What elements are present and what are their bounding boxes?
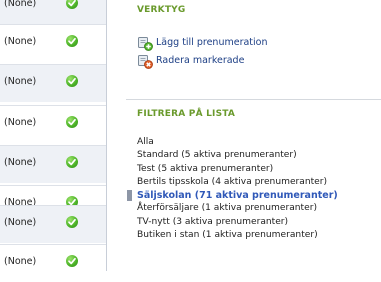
status-cell: (None) <box>4 36 37 47</box>
table-row: (None) <box>0 0 106 24</box>
selection-marker <box>127 190 132 202</box>
filter-item-test[interactable]: Test (5 aktiva prenumeranter) <box>137 163 381 176</box>
delete-selected-icon <box>137 53 153 69</box>
status-cell: (None) <box>4 217 37 228</box>
table-row: (None) <box>0 105 106 143</box>
delete-selected-link[interactable]: Radera markerade <box>156 54 244 68</box>
side-panel: VERKTYG Lägg till prenumeration Radera m… <box>126 0 381 271</box>
filter-item-alla[interactable]: Alla <box>137 136 381 149</box>
divider <box>126 99 381 100</box>
filter-item-bertils-tipsskola[interactable]: Bertils tipsskola (4 aktiva prenumerante… <box>137 176 381 189</box>
check-icon <box>66 35 78 47</box>
table-row: (None) <box>0 145 106 183</box>
filter-item-tv-nytt[interactable]: TV-nytt (3 aktiva prenumeranter) <box>137 216 381 229</box>
check-icon <box>66 116 78 128</box>
check-icon <box>66 255 78 267</box>
filter-item-butiken-i-stan[interactable]: Butiken i stan (1 aktiva prenumeranter) <box>137 229 381 242</box>
status-cell: (None) <box>4 0 37 9</box>
table-row: (None) <box>0 24 106 62</box>
add-subscription-link[interactable]: Lägg till prenumeration <box>156 36 268 50</box>
table-row: (None) <box>0 205 106 243</box>
column-divider <box>106 0 107 271</box>
status-cell: (None) <box>4 117 37 128</box>
table-row: (None) <box>0 64 106 102</box>
tools-title: VERKTYG <box>137 5 186 15</box>
filter-item-saljskolan[interactable]: Säljskolan (71 aktiva prenumeranter) <box>127 189 381 202</box>
filter-item-standard[interactable]: Standard (5 aktiva prenumeranter) <box>137 149 381 162</box>
filter-item-label: Säljskolan (71 aktiva prenumeranter) <box>137 190 338 202</box>
table-row: (None) <box>0 244 106 282</box>
add-subscription-icon <box>137 35 153 51</box>
filter-item-aterforsaljare[interactable]: Återförsäljare (1 aktiva prenumeranter) <box>137 202 381 215</box>
status-cell: (None) <box>4 256 37 267</box>
check-icon <box>66 0 78 9</box>
check-icon <box>66 216 78 228</box>
subscription-table: (None) (None) (None) (None) (None) (None… <box>0 0 106 271</box>
filter-title: FILTRERA PÅ LISTA <box>137 109 236 119</box>
filter-list: Alla Standard (5 aktiva prenumeranter) T… <box>127 136 381 242</box>
check-icon <box>66 75 78 87</box>
check-icon <box>66 156 78 168</box>
status-cell: (None) <box>4 76 37 87</box>
status-cell: (None) <box>4 157 37 168</box>
